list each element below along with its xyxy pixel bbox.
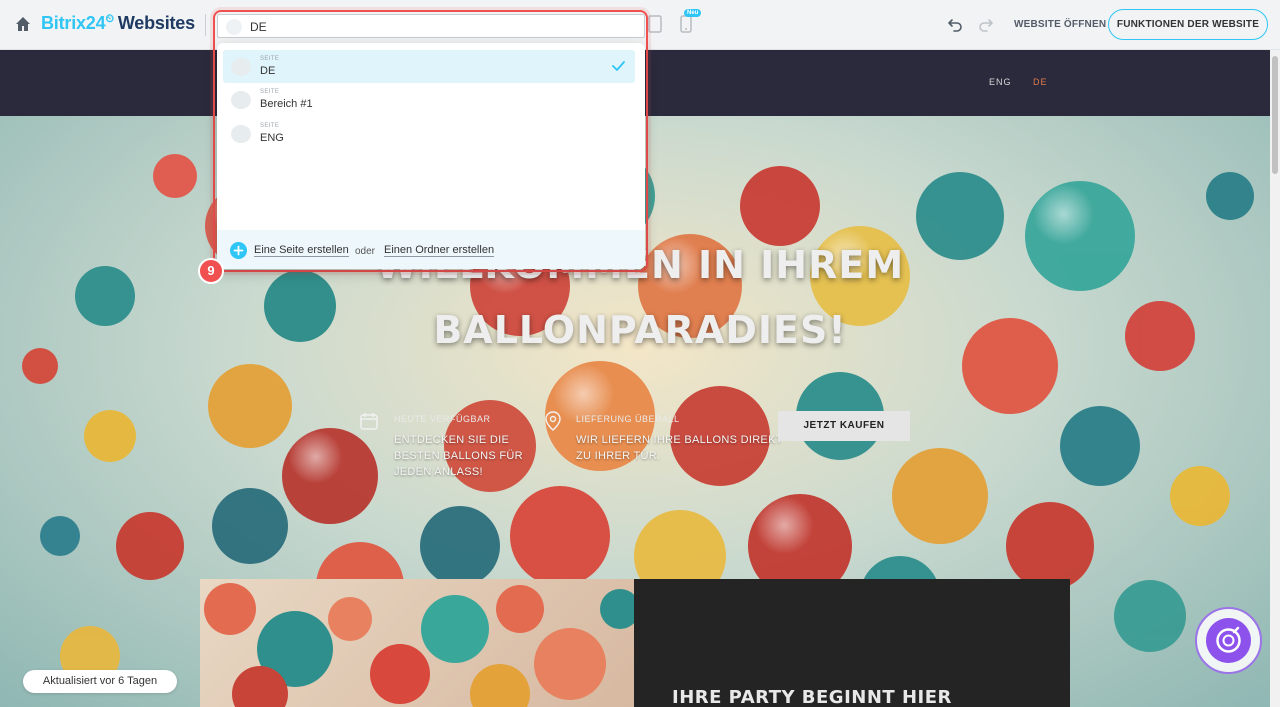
- page-select-input[interactable]: DE: [217, 14, 645, 38]
- calendar-icon: [360, 413, 378, 430]
- copilot-icon: [1206, 618, 1251, 663]
- plus-icon[interactable]: [230, 242, 247, 259]
- feature-text-line: BESTEN BALLONS FÜR: [394, 450, 523, 462]
- page-list-footer: Eine Seite erstellen oder Einen Ordner e…: [217, 230, 645, 269]
- party-image: [200, 579, 634, 707]
- party-title: IHRE PARTY BEGINNT HIER: [672, 687, 952, 707]
- brand-main: Bitrix24: [41, 13, 106, 33]
- feature-heading: LIEFERUNG ÜBERALL: [576, 414, 680, 424]
- feature-text: WIR LIEFERN IHRE BALLONS DIREKT ZU IHRER…: [576, 432, 783, 464]
- page-item-eng[interactable]: SEITE ENG: [223, 117, 635, 150]
- last-updated-badge: Aktualisiert vor 6 Tagen: [23, 670, 177, 693]
- page-list-dropdown: SEITE DE SEITE Bereich #1 SEITE ENG Eine…: [217, 43, 645, 269]
- location-pin-icon: [545, 411, 561, 431]
- page-kind-label: SEITE: [260, 123, 280, 129]
- page-item-de[interactable]: SEITE DE: [223, 50, 635, 83]
- hero-title-line-2: BALLONPARADIES!: [433, 308, 847, 352]
- feature-text-line: JEDEN ANLASS!: [394, 466, 483, 478]
- party-section: IHRE PARTY BEGINNT HIER: [634, 579, 1070, 707]
- brand-suffix: Websites: [117, 13, 195, 33]
- page-name: DE: [260, 65, 276, 77]
- open-website-button[interactable]: WEBSITE ÖFFNEN: [1014, 19, 1106, 30]
- page-thumbnail-icon: [231, 125, 251, 143]
- page-name: ENG: [260, 132, 284, 144]
- lang-switch-eng[interactable]: ENG: [989, 77, 1012, 87]
- redo-icon[interactable]: [977, 15, 995, 33]
- feature-text-line: WIR LIEFERN IHRE BALLONS DIREKT: [576, 434, 783, 446]
- page-select-value: DE: [250, 20, 267, 34]
- clock-icon: ⏲: [105, 13, 114, 25]
- page-scrollbar[interactable]: [1270, 50, 1280, 707]
- feature-heading: HEUTE VERFÜGBAR: [394, 414, 491, 424]
- site-functions-button[interactable]: FUNKTIONEN DER WEBSITE: [1108, 9, 1268, 40]
- buy-now-button[interactable]: JETZT KAUFEN: [778, 411, 910, 441]
- divider: [205, 14, 206, 36]
- undo-icon[interactable]: [946, 15, 964, 33]
- brand-logo[interactable]: Bitrix24⏲ Websites: [41, 13, 195, 34]
- feature-text-line: ZU IHRER TÜR.: [576, 450, 661, 462]
- page-thumbnail-icon: [226, 19, 242, 35]
- home-icon[interactable]: [14, 15, 32, 33]
- page-name: Bereich #1: [260, 98, 313, 110]
- create-folder-link[interactable]: Einen Ordner erstellen: [384, 244, 495, 257]
- tablet-icon[interactable]: [648, 15, 662, 33]
- page-thumbnail-icon: [231, 91, 251, 109]
- or-label: oder: [355, 246, 376, 257]
- tutorial-step-badge: 9: [198, 258, 224, 284]
- page-kind-label: SEITE: [260, 89, 280, 95]
- balloon-illustration: [204, 583, 634, 707]
- checkmark-icon: [612, 61, 625, 71]
- page-thumbnail-icon: [231, 58, 251, 76]
- scrollbar-thumb[interactable]: [1272, 56, 1278, 174]
- page-kind-label: SEITE: [260, 56, 280, 62]
- lang-switch-de[interactable]: DE: [1033, 77, 1048, 87]
- new-badge: Neu: [684, 9, 702, 17]
- feature-text-line: ENTDECKEN SIE DIE: [394, 434, 510, 446]
- mobile-icon[interactable]: [680, 15, 692, 33]
- create-page-link[interactable]: Eine Seite erstellen: [254, 244, 349, 257]
- copilot-button[interactable]: [1195, 607, 1262, 674]
- feature-text: ENTDECKEN SIE DIE BESTEN BALLONS FÜR JED…: [394, 432, 523, 480]
- page-item-bereich[interactable]: SEITE Bereich #1: [223, 83, 635, 116]
